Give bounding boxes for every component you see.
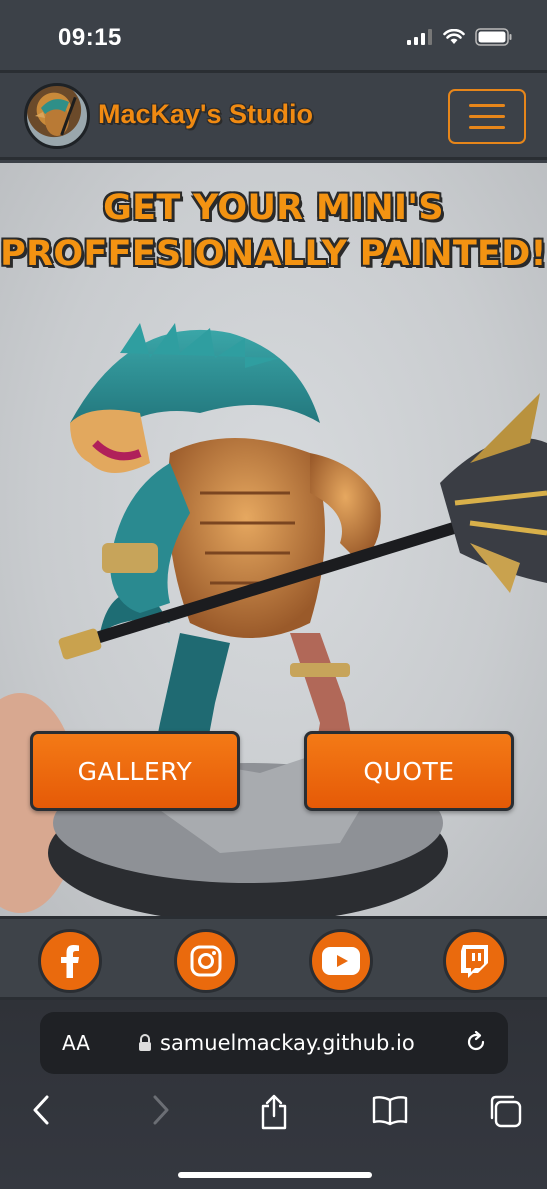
- youtube-icon: [322, 947, 360, 975]
- share-icon[interactable]: [258, 1094, 290, 1130]
- instagram-icon: [190, 945, 222, 977]
- hamburger-bar: [469, 126, 505, 129]
- instagram-link[interactable]: [174, 929, 238, 993]
- studio-logo[interactable]: [24, 83, 90, 149]
- bookmarks-icon[interactable]: [372, 1094, 408, 1126]
- hero-title-line-1: GET YOUR MINI'S: [103, 188, 444, 228]
- address-bar[interactable]: AA samuelmackay.github.io: [40, 1012, 508, 1074]
- social-footer: [0, 916, 547, 1000]
- reload-icon[interactable]: [464, 1030, 488, 1054]
- signal-icon: [407, 29, 432, 45]
- facebook-icon: [61, 945, 79, 978]
- hamburger-bar: [469, 115, 505, 118]
- browser-chrome: AA samuelmackay.github.io: [0, 1000, 547, 1189]
- status-icons: [407, 28, 513, 46]
- hamburger-bar: [469, 104, 505, 107]
- brand-title[interactable]: MacKay's Studio: [98, 99, 313, 130]
- forward-icon[interactable]: [148, 1094, 172, 1126]
- wifi-icon: [443, 29, 465, 44]
- text-size-label: AA: [62, 1031, 90, 1055]
- gallery-button[interactable]: GALLERY: [30, 731, 240, 811]
- youtube-link[interactable]: [309, 929, 373, 993]
- facebook-link[interactable]: [38, 929, 102, 993]
- quote-button[interactable]: QUOTE: [304, 731, 514, 811]
- back-icon[interactable]: [30, 1094, 54, 1126]
- hero-title-line-2: PROFFESIONALLY PAINTED!: [0, 234, 547, 274]
- browser-toolbar: [0, 1090, 547, 1134]
- home-indicator[interactable]: [178, 1172, 372, 1178]
- hero-title: GET YOUR MINI'S PROFFESIONALLY PAINTED!: [0, 185, 547, 277]
- twitch-link[interactable]: [443, 929, 507, 993]
- battery-icon: [475, 28, 512, 46]
- navbar: MacKay's Studio: [0, 70, 547, 160]
- tabs-icon[interactable]: [488, 1094, 522, 1128]
- url-text[interactable]: samuelmackay.github.io: [160, 1031, 415, 1055]
- hero-section: GET YOUR MINI'S PROFFESIONALLY PAINTED! …: [0, 163, 547, 916]
- twitch-icon: [461, 945, 488, 978]
- lock-icon: [139, 1034, 151, 1051]
- status-time: 09:15: [58, 24, 122, 51]
- status-bar: 09:15: [0, 0, 547, 70]
- text-size-button[interactable]: AA: [62, 1031, 90, 1055]
- phone-screen: 09:15 MacKay's Studio GET YOUR MINI'S PR…: [0, 0, 547, 1189]
- menu-toggle-button[interactable]: [448, 89, 526, 144]
